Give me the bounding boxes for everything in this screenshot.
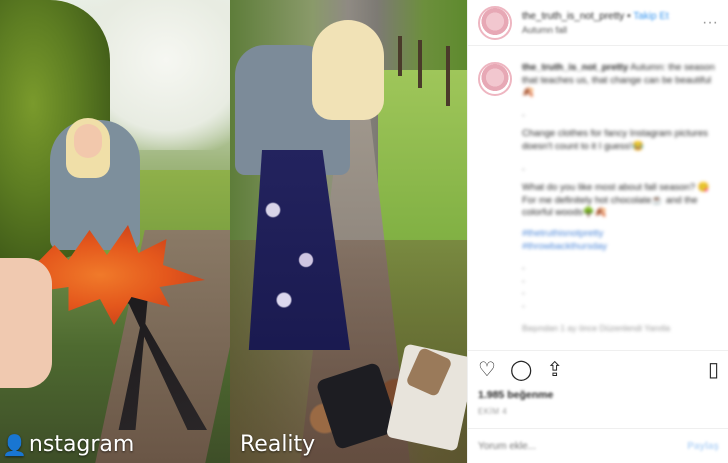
caption-text: the_truth_is_not_pretty Autumn: the seas…	[522, 62, 718, 334]
hashtags[interactable]: #thetruthisnotpretty #throwbackthursday	[522, 228, 718, 253]
trailing-dot: .	[522, 273, 525, 285]
instagram-caption: 👤 nstagram	[2, 432, 134, 457]
likes-count[interactable]: 1.985 beğenme	[478, 389, 719, 401]
comment-meta: Başından 1 ay önce Düzenlendi Yanıtla	[522, 322, 671, 333]
post-comment-button[interactable]: Paylaş	[687, 441, 719, 452]
instagram-photo	[0, 0, 230, 463]
instagram-caption-text: nstagram	[28, 432, 135, 457]
reality-caption: Reality	[240, 432, 316, 457]
post-sidebar: the_truth_is_not_pretty • Takip Et Autum…	[467, 0, 728, 463]
person-face	[74, 124, 102, 158]
add-comment-bar: Paylaş	[468, 428, 728, 463]
follow-button[interactable]: Takip Et	[633, 11, 669, 22]
post-date: EKİM 4	[478, 407, 508, 416]
avatar[interactable]	[478, 5, 512, 40]
more-options-icon[interactable]: ···	[702, 14, 718, 32]
avatar[interactable]	[478, 62, 512, 96]
post-header-text: the_truth_is_not_pretty • Takip Et Autum…	[522, 11, 669, 35]
share-icon[interactable]: ⇪	[546, 360, 563, 380]
person-hair	[312, 20, 384, 120]
trailing-dot: .	[522, 286, 525, 298]
comment-line: What do you like most about fall season?…	[522, 182, 710, 219]
comment-line: .	[522, 107, 525, 119]
trailing-dot: .	[522, 298, 525, 310]
post-actions: ♡ ◯ ⇪ ▯ 1.985 beğenme EKİM 4	[468, 350, 728, 416]
location-link[interactable]: Autumn fall	[522, 25, 669, 35]
bookmark-icon[interactable]: ▯	[708, 360, 719, 380]
comment-input[interactable]	[478, 440, 638, 452]
post-header: the_truth_is_not_pretty • Takip Et Autum…	[468, 0, 728, 46]
username-link[interactable]: the_truth_is_not_pretty	[522, 11, 624, 22]
hand	[0, 258, 52, 388]
person-icon: 👤	[2, 432, 27, 457]
trailing-dot: .	[522, 261, 525, 273]
comment-username[interactable]: the_truth_is_not_pretty	[522, 62, 628, 73]
fence-post	[418, 40, 422, 88]
post-media: 👤 nstagram Reality	[0, 0, 467, 463]
comment-icon[interactable]: ◯	[510, 360, 532, 380]
fence-post	[446, 46, 450, 106]
heart-icon[interactable]: ♡	[478, 360, 496, 380]
separator: •	[627, 10, 631, 22]
comment-line: Change clothes for fancy Instagram pictu…	[522, 128, 708, 152]
comment-line: .	[522, 161, 525, 173]
caption-comment: the_truth_is_not_pretty Autumn: the seas…	[468, 46, 728, 334]
fence-post	[398, 36, 402, 76]
